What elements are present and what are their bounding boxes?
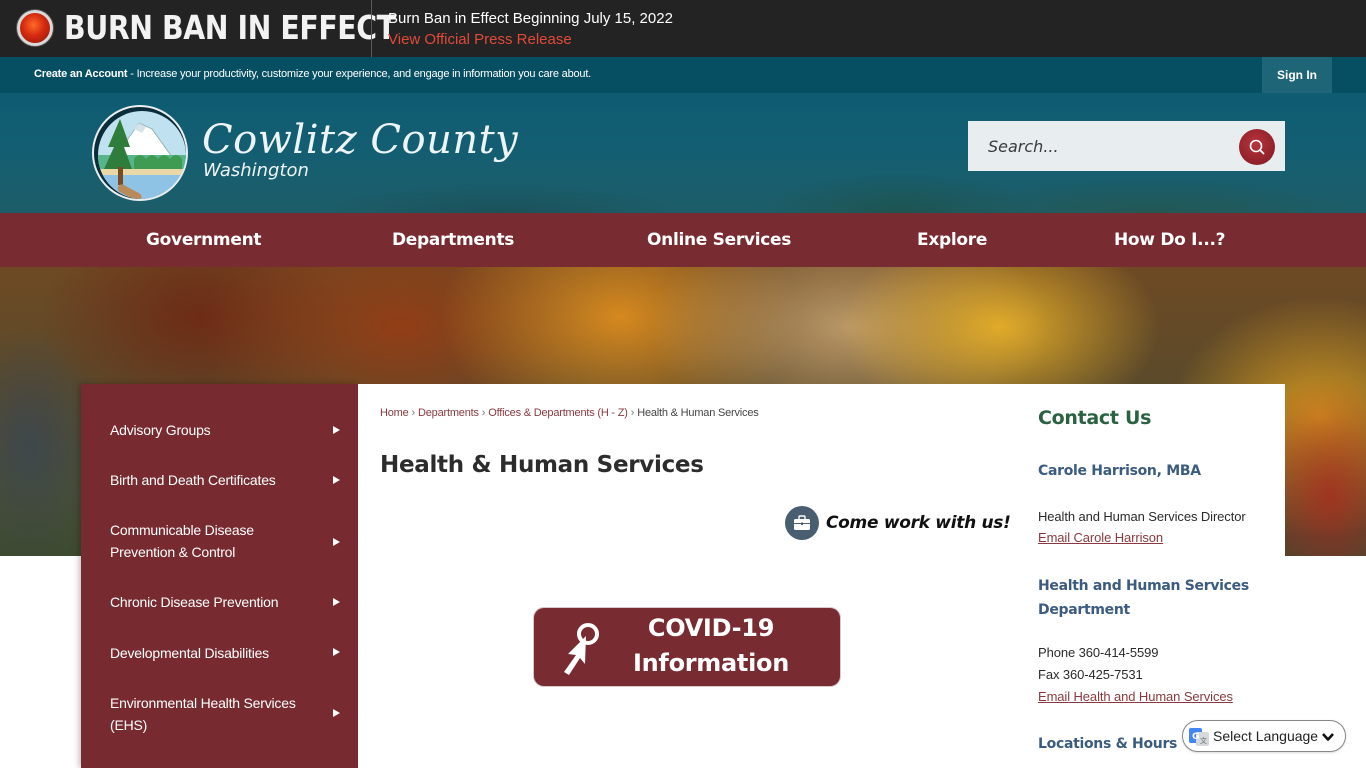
sidebar-item-birth-death-certificates[interactable]: Birth and Death Certificates xyxy=(81,462,358,498)
nav-government[interactable]: Government xyxy=(146,213,262,267)
search-input[interactable] xyxy=(968,121,1228,171)
breadcrumb-separator: › xyxy=(481,407,486,419)
contact-person-title: Health and Human Services Director xyxy=(1038,509,1246,524)
sidebar-item-advisory-groups[interactable]: Advisory Groups xyxy=(81,412,358,448)
sidebar-item-label: Advisory Groups xyxy=(110,422,211,438)
breadcrumb-departments[interactable]: Departments xyxy=(418,407,479,419)
caret-right-icon[interactable] xyxy=(333,476,340,484)
breadcrumb-home[interactable]: Home xyxy=(380,407,409,419)
sidebar-item-label: Birth and Death Certificates xyxy=(110,472,276,488)
language-select[interactable]: G 文 Select Language xyxy=(1182,720,1346,752)
search-icon xyxy=(1249,139,1265,155)
county-seal-icon[interactable] xyxy=(92,105,188,201)
sidebar-item-developmental-disabilities[interactable]: Developmental Disabilities xyxy=(81,635,358,671)
press-release-link[interactable]: View Official Press Release xyxy=(388,30,572,50)
sidebar-item-label: Environmental Health Services (EHS) xyxy=(110,695,296,733)
alert-indicator-icon xyxy=(17,10,53,46)
caret-right-icon[interactable] xyxy=(333,538,340,546)
email-department-link[interactable]: Email Health and Human Services xyxy=(1038,687,1233,707)
sign-in-button[interactable]: Sign In xyxy=(1262,57,1332,93)
covid-label-line2: Information xyxy=(633,649,789,677)
caret-right-icon[interactable] xyxy=(333,426,340,434)
caret-right-icon[interactable] xyxy=(333,648,340,656)
sidebar-item-environmental-health[interactable]: Environmental Health Services (EHS) xyxy=(81,691,358,739)
sidebar-item-label: Chronic Disease Prevention xyxy=(110,594,279,610)
sidebar-item-label: Developmental Disabilities xyxy=(110,645,269,661)
contact-person-name: Carole Harrison, MBA xyxy=(1038,463,1201,479)
breadcrumb: Home › Departments › Offices & Departments (… xyxy=(380,405,759,421)
site-name[interactable]: Cowlitz County xyxy=(202,116,518,164)
breadcrumb-current: Health & Human Services xyxy=(637,407,759,419)
language-select-label: Select Language xyxy=(1213,728,1319,744)
account-message-text: - Increase your productivity, customize … xyxy=(127,68,592,80)
sidebar-item-label: Communicable Disease Prevention & Contro… xyxy=(110,522,254,560)
alert-divider xyxy=(371,0,372,57)
burn-ban-alert-bar: BURN BAN IN EFFECT Burn Ban in Effect Be… xyxy=(0,0,1366,57)
alert-title: BURN BAN IN EFFECT xyxy=(64,8,396,47)
contact-fax: Fax 360-425-7531 xyxy=(1038,667,1143,682)
svg-text:G: G xyxy=(1192,732,1199,742)
pointer-click-icon xyxy=(564,623,599,675)
search-button[interactable] xyxy=(1239,129,1275,165)
briefcase-icon xyxy=(785,506,819,540)
search-box xyxy=(968,121,1285,171)
chevron-down-icon xyxy=(1322,733,1334,741)
nav-online-services[interactable]: Online Services xyxy=(647,213,791,267)
create-account-link[interactable]: Create an Account xyxy=(34,68,128,80)
alert-message: Burn Ban in Effect Beginning July 15, 20… xyxy=(388,10,673,27)
come-work-with-us-label: Come work with us! xyxy=(826,513,1011,533)
covid-label-line1: COVID-19 xyxy=(647,614,775,642)
breadcrumb-separator: › xyxy=(630,407,635,419)
nav-explore[interactable]: Explore xyxy=(917,213,987,267)
sidebar-item-chronic-disease[interactable]: Chronic Disease Prevention xyxy=(81,584,358,620)
breadcrumb-separator: › xyxy=(411,407,416,419)
covid-button-label: COVID-19 Information xyxy=(614,611,808,681)
main-nav: Government Departments Online Services E… xyxy=(0,213,1366,267)
come-work-with-us-link[interactable]: Come work with us! xyxy=(785,506,1011,540)
contact-us-heading: Contact Us xyxy=(1038,407,1152,429)
caret-right-icon[interactable] xyxy=(333,598,340,606)
email-carole-harrison-link[interactable]: Email Carole Harrison xyxy=(1038,528,1163,548)
account-message: Create an Account - Increase your produc… xyxy=(34,68,591,80)
sidebar-item-communicable-disease[interactable]: Communicable Disease Prevention & Contro… xyxy=(81,518,358,566)
account-bar: Create an Account - Increase your produc… xyxy=(0,57,1366,93)
sidebar-nav: Advisory Groups Birth and Death Certific… xyxy=(81,384,358,768)
contact-phone: Phone 360-414-5599 xyxy=(1038,645,1159,660)
nav-how-do-i[interactable]: How Do I...? xyxy=(1114,213,1226,267)
nav-departments[interactable]: Departments xyxy=(392,213,514,267)
site-subtitle: Washington xyxy=(203,160,309,181)
google-translate-icon: G 文 xyxy=(1189,728,1209,746)
covid-19-information-button[interactable]: COVID-19 Information xyxy=(534,608,840,686)
breadcrumb-offices-departments[interactable]: Offices & Departments (H - Z) xyxy=(488,407,628,419)
svg-text:文: 文 xyxy=(1200,736,1207,745)
page-title: Health & Human Services xyxy=(380,452,704,478)
department-heading: Health and Human Services Department xyxy=(1038,578,1249,618)
caret-right-icon[interactable] xyxy=(333,709,340,717)
